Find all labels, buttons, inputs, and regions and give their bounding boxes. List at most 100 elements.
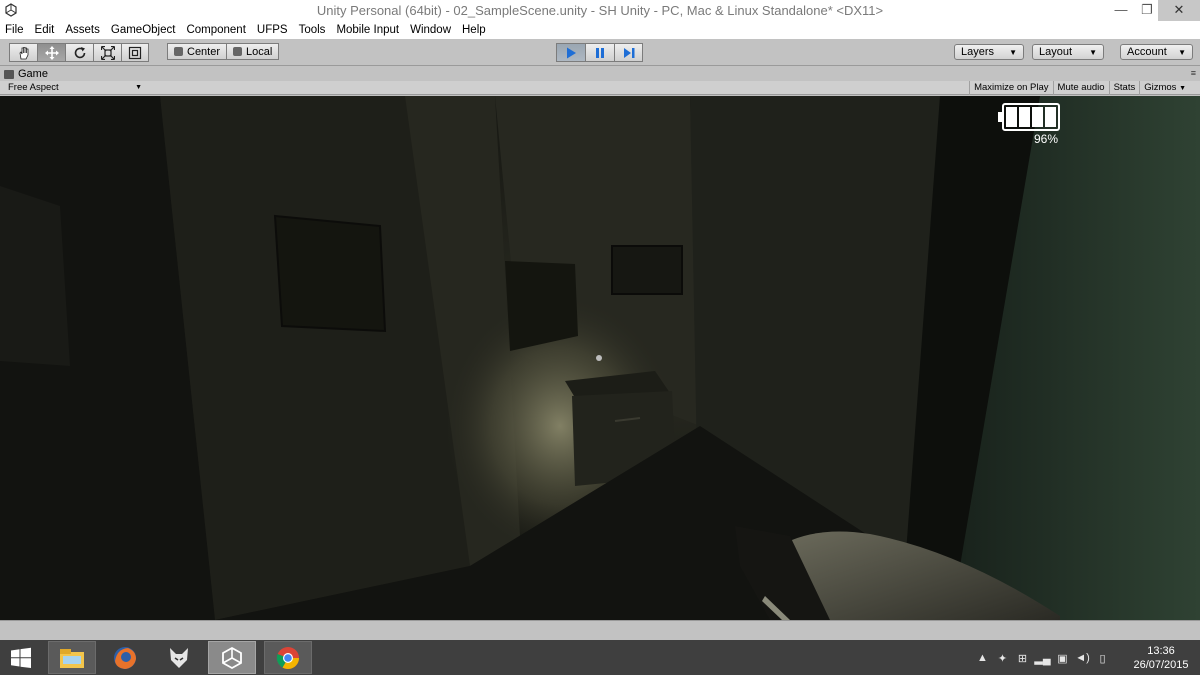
foobar-icon bbox=[170, 647, 188, 668]
window-titlebar: Unity Personal (64bit) - 02_SampleScene.… bbox=[0, 0, 1200, 21]
menu-bar: File Edit Assets GameObject Component UF… bbox=[0, 21, 1200, 39]
rotate-tool-button[interactable] bbox=[65, 43, 93, 62]
close-button[interactable]: ✕ bbox=[1158, 0, 1200, 21]
account-label: Account bbox=[1127, 46, 1167, 58]
menu-help[interactable]: Help bbox=[462, 24, 486, 36]
menu-window[interactable]: Window bbox=[410, 24, 451, 36]
menu-gameobject[interactable]: GameObject bbox=[111, 24, 176, 36]
windows-logo-icon bbox=[11, 647, 31, 668]
layers-label: Layers bbox=[961, 46, 995, 58]
minimize-button[interactable]: — bbox=[1107, 0, 1135, 21]
main-toolbar: Center Local Layers ▼ Layout ▼ Account ▼ bbox=[0, 39, 1200, 66]
explorer-icon bbox=[60, 648, 84, 668]
window-title: Unity Personal (64bit) - 02_SampleScene.… bbox=[316, 3, 884, 18]
taskbar-clock[interactable]: 13:36 26/07/2015 bbox=[1126, 644, 1196, 672]
pause-button[interactable] bbox=[585, 43, 614, 62]
editor-status-bar bbox=[0, 620, 1200, 640]
stats-toggle[interactable]: Stats bbox=[1108, 81, 1140, 95]
game-viewport[interactable]: 96% bbox=[0, 96, 1200, 620]
menu-ufps[interactable]: UFPS bbox=[257, 24, 288, 36]
start-button[interactable] bbox=[5, 646, 37, 670]
os-taskbar: ▲ ✦ ⊞ ▂▄ ▣ ◄) ▯ 13:36 26/07/2015 bbox=[0, 640, 1200, 675]
tray-overflow-icon[interactable]: ▲ bbox=[975, 651, 990, 665]
tray-windows-flag-icon[interactable]: ⊞ bbox=[1015, 651, 1030, 665]
scale-tool-button[interactable] bbox=[93, 43, 121, 62]
battery-cell bbox=[1032, 107, 1043, 127]
pivot-mode-label: Center bbox=[187, 45, 221, 58]
rect-icon bbox=[128, 46, 142, 59]
menu-edit[interactable]: Edit bbox=[35, 24, 55, 36]
maximize-button[interactable]: ❐ bbox=[1133, 0, 1161, 21]
unity-icon bbox=[222, 646, 242, 669]
hand-icon bbox=[19, 46, 28, 59]
aspect-dropdown[interactable]: Free Aspect ▼ bbox=[4, 81, 145, 95]
signal-icon[interactable]: ▂▄ bbox=[1034, 651, 1050, 665]
layout-label: Layout bbox=[1039, 46, 1073, 58]
game-panel-tabbar: Game ≡ bbox=[0, 67, 1200, 81]
chevron-down-icon: ▼ bbox=[1009, 47, 1017, 57]
rect-tool-button[interactable] bbox=[121, 43, 149, 62]
scene-render bbox=[0, 96, 1200, 620]
transform-tools bbox=[9, 43, 149, 62]
volume-icon[interactable]: ◄) bbox=[1075, 651, 1090, 665]
menu-tools[interactable]: Tools bbox=[299, 24, 326, 36]
battery-cell bbox=[1019, 107, 1030, 127]
battery-percent: 96% bbox=[1034, 132, 1059, 146]
taskbar-explorer[interactable] bbox=[48, 641, 96, 674]
chevron-down-icon: ▼ bbox=[1179, 85, 1186, 92]
usb-icon[interactable]: ▯ bbox=[1095, 651, 1110, 665]
pivot-mode-button[interactable]: Center bbox=[167, 43, 228, 60]
chevron-down-icon: ▼ bbox=[1089, 47, 1097, 57]
layers-dropdown[interactable]: Layers ▼ bbox=[954, 44, 1024, 60]
chevron-down-icon: ▼ bbox=[135, 84, 142, 91]
taskbar-unity[interactable] bbox=[208, 641, 256, 674]
tray-app-icon[interactable]: ✦ bbox=[995, 651, 1010, 665]
game-view-icon bbox=[4, 69, 14, 79]
menu-component[interactable]: Component bbox=[186, 24, 245, 36]
chrome-icon bbox=[276, 646, 299, 669]
tab-game[interactable]: Game bbox=[4, 67, 48, 81]
battery-cell bbox=[1045, 107, 1056, 127]
step-icon bbox=[623, 47, 634, 58]
battery-indicator: 96% bbox=[998, 103, 1064, 146]
gizmos-toggle[interactable]: Gizmos ▼ bbox=[1139, 81, 1190, 95]
tab-game-label: Game bbox=[18, 68, 48, 80]
firefox-icon bbox=[114, 646, 136, 669]
play-icon bbox=[567, 47, 576, 58]
mute-audio-toggle[interactable]: Mute audio bbox=[1052, 81, 1109, 95]
menu-file[interactable]: File bbox=[5, 24, 24, 36]
maximize-on-play-toggle[interactable]: Maximize on Play bbox=[969, 81, 1052, 95]
hand-tool-button[interactable] bbox=[9, 43, 37, 62]
network-icon[interactable]: ▣ bbox=[1055, 651, 1070, 665]
pivot-controls: Center Local bbox=[167, 43, 280, 60]
scale-icon bbox=[100, 45, 115, 60]
account-dropdown[interactable]: Account ▼ bbox=[1120, 44, 1193, 60]
layout-dropdown[interactable]: Layout ▼ bbox=[1032, 44, 1104, 60]
game-view-options: Maximize on Play Mute audio Stats Gizmos… bbox=[969, 81, 1190, 95]
play-button[interactable] bbox=[556, 43, 585, 62]
panel-menu-icon[interactable]: ≡ bbox=[1191, 68, 1196, 78]
battery-icon bbox=[1002, 103, 1060, 131]
pivot-local-icon bbox=[233, 47, 243, 56]
taskbar-chrome[interactable] bbox=[264, 641, 312, 674]
move-icon bbox=[44, 45, 59, 60]
taskbar-firefox[interactable] bbox=[101, 641, 149, 674]
chevron-down-icon: ▼ bbox=[1178, 47, 1186, 57]
rotate-icon bbox=[74, 46, 85, 58]
pivot-space-button[interactable]: Local bbox=[227, 43, 280, 60]
clock-time: 13:36 bbox=[1147, 645, 1175, 657]
clock-date: 26/07/2015 bbox=[1133, 659, 1189, 671]
menu-assets[interactable]: Assets bbox=[65, 24, 100, 36]
pivot-center-icon bbox=[174, 47, 183, 56]
battery-cell bbox=[1006, 107, 1017, 127]
move-tool-button[interactable] bbox=[37, 43, 65, 62]
playback-controls bbox=[556, 43, 643, 62]
gizmos-label: Gizmos bbox=[1144, 82, 1177, 93]
step-button[interactable] bbox=[614, 43, 643, 62]
aspect-label: Free Aspect bbox=[8, 82, 59, 93]
game-view-toolbar: Free Aspect ▼ Maximize on Play Mute audi… bbox=[0, 81, 1200, 95]
pause-icon bbox=[596, 47, 604, 58]
menu-mobile-input[interactable]: Mobile Input bbox=[336, 24, 399, 36]
taskbar-foobar[interactable] bbox=[155, 641, 203, 674]
system-tray: ▲ ✦ ⊞ ▂▄ ▣ ◄) ▯ bbox=[975, 650, 1110, 666]
